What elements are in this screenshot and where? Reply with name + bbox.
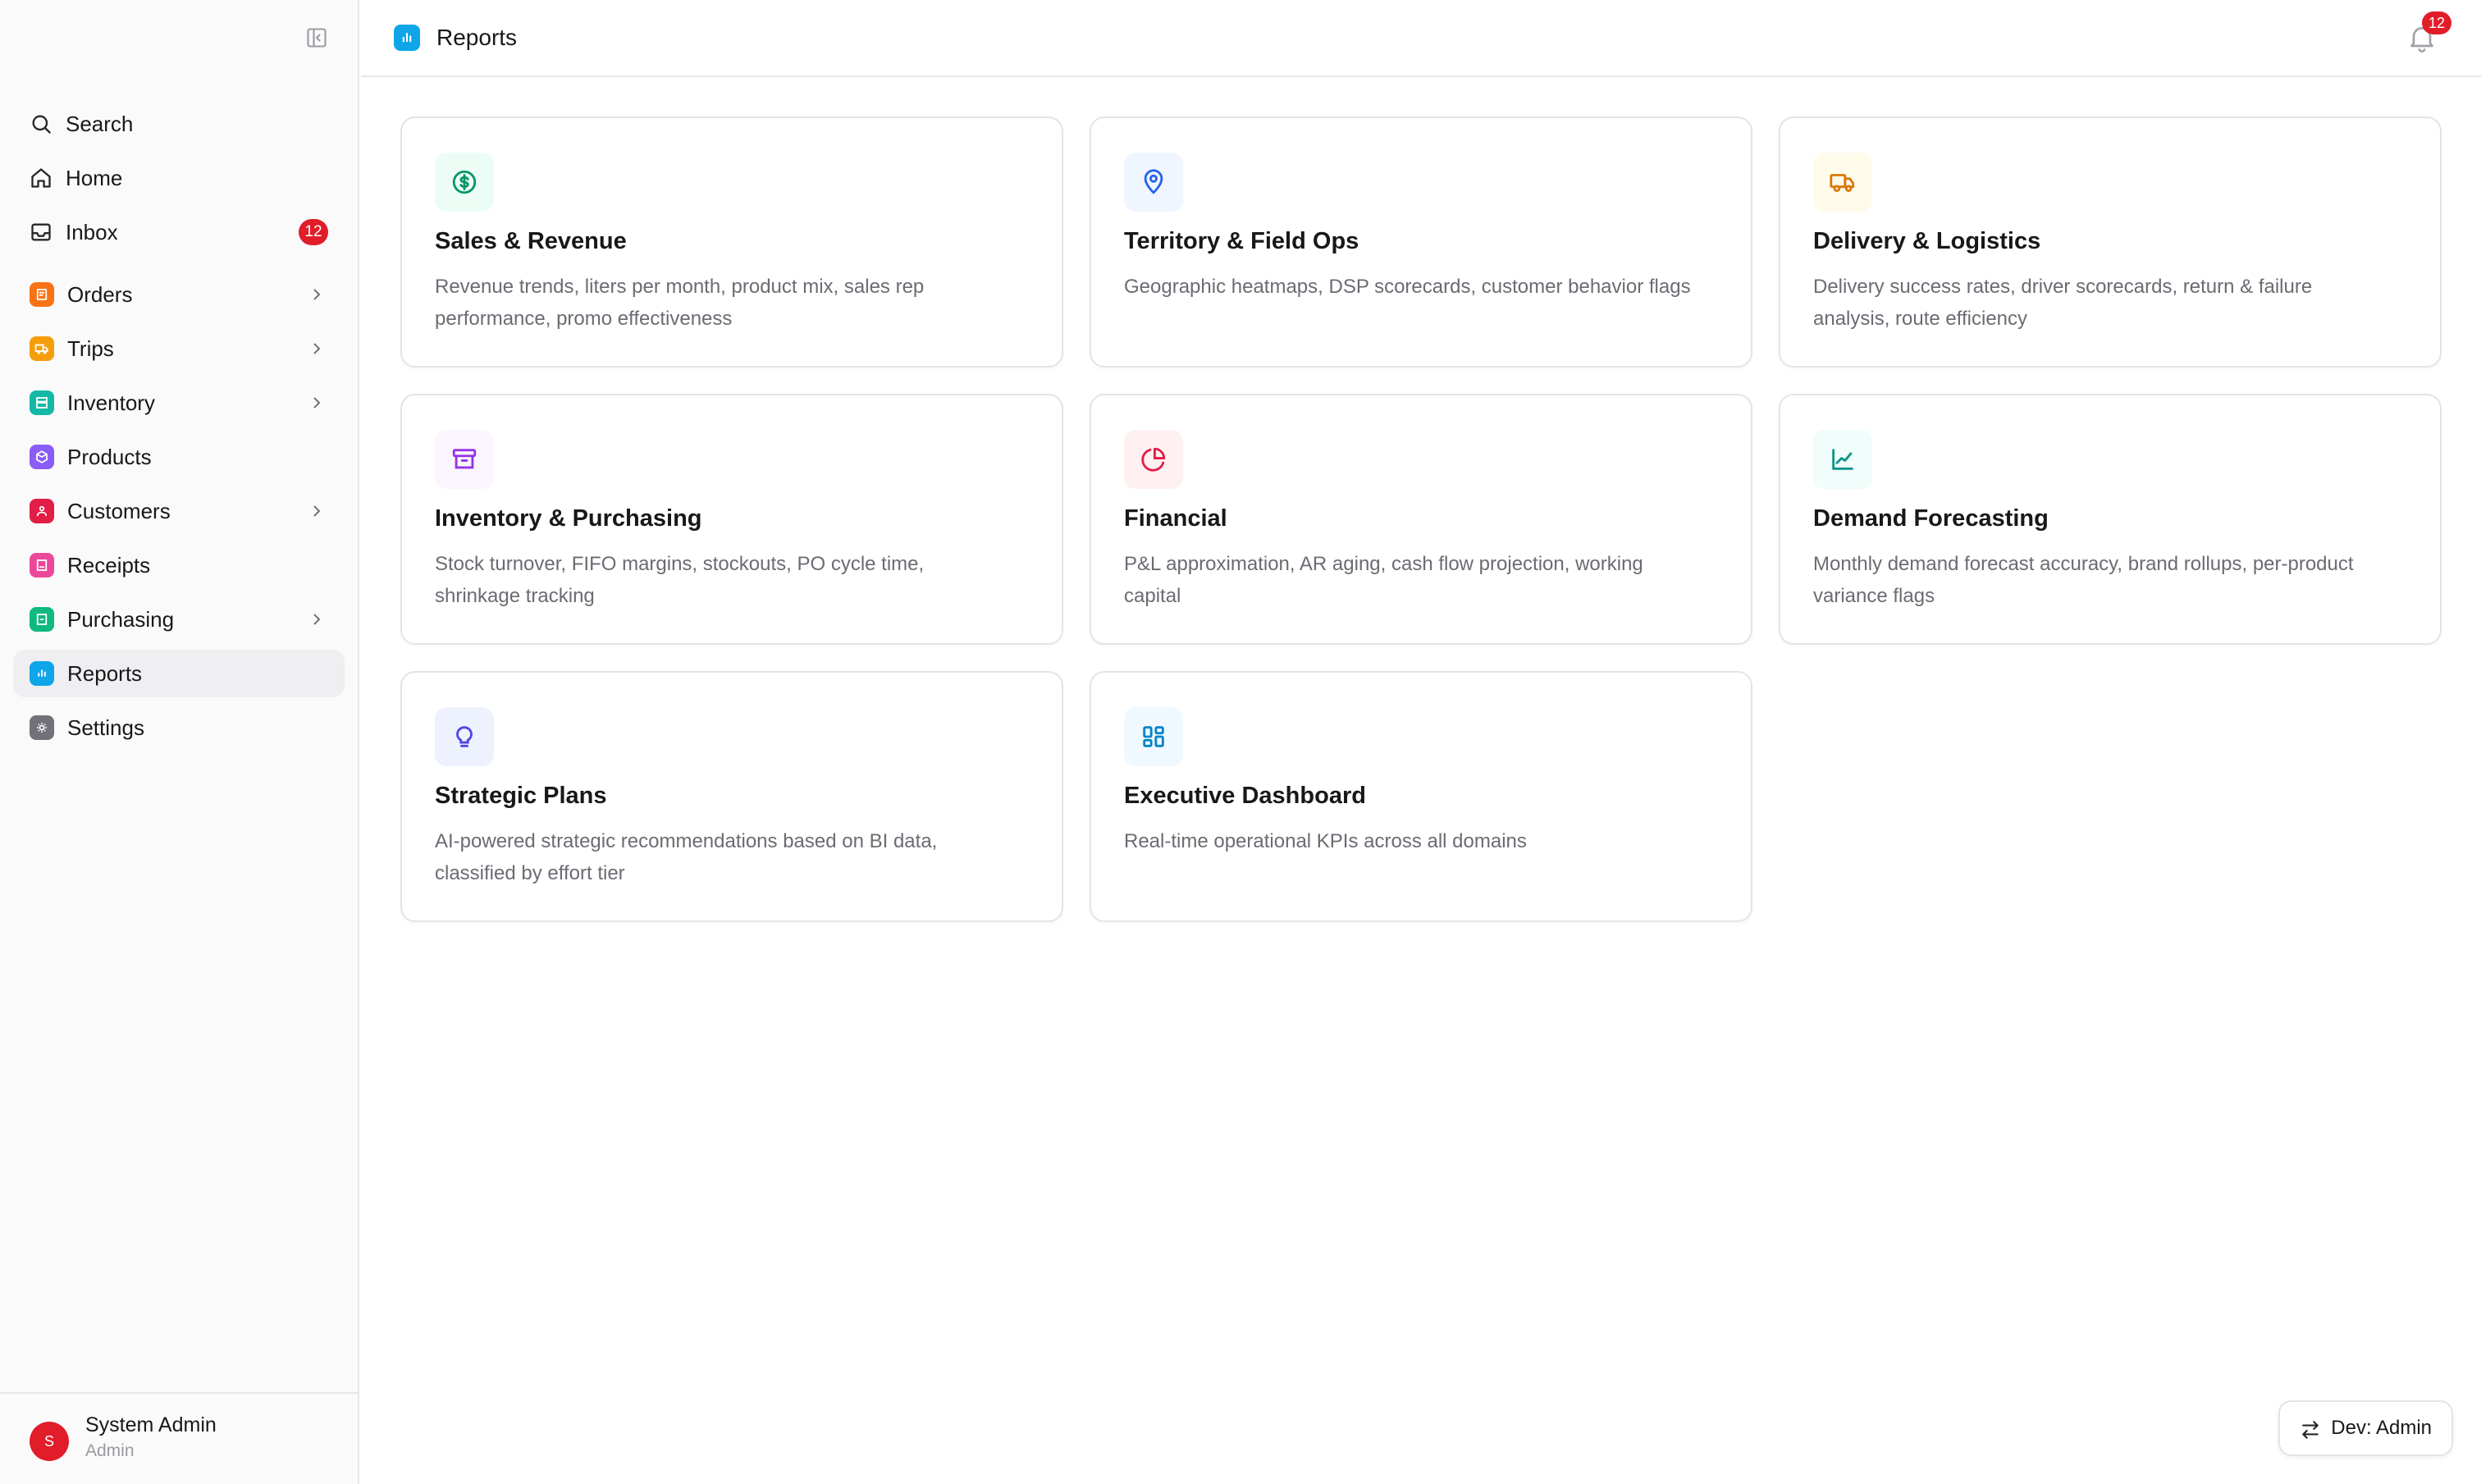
report-card-demand-forecasting[interactable]: Demand Forecasting Monthly demand foreca… <box>1779 394 2442 645</box>
receipt-icon <box>30 553 54 578</box>
sidebar-item-receipts[interactable]: Receipts <box>13 541 345 589</box>
sidebar-toggle-icon <box>307 28 327 48</box>
sidebar-item-settings[interactable]: Settings <box>13 704 345 751</box>
sidebar-item-label: Trips <box>67 336 114 361</box>
card-description: Delivery success rates, driver scorecard… <box>1813 276 2313 330</box>
report-card-territory-field-ops[interactable]: Territory & Field Ops Geographic heatmap… <box>1090 116 1752 368</box>
sidebar-collapse-button[interactable] <box>304 25 330 51</box>
search-icon <box>32 115 51 134</box>
card-description: Stock turnover, FIFO margins, stockouts,… <box>435 553 925 607</box>
card-title: Financial <box>1124 505 1227 532</box>
report-card-executive-dashboard[interactable]: Executive Dashboard Real-time operationa… <box>1090 671 1752 922</box>
app-root: Search Home Inbox 12 Orders Trips Invent… <box>0 0 2481 1484</box>
inbox-count-badge: 12 <box>299 219 328 245</box>
user-role: Admin <box>85 1441 135 1460</box>
sidebar-item-label: Receipts <box>67 552 151 578</box>
sidebar-item-search[interactable]: Search <box>13 100 345 148</box>
sidebar-item-trips[interactable]: Trips <box>13 325 345 372</box>
card-description: Revenue trends, liters per month, produc… <box>435 276 925 330</box>
card-title: Executive Dashboard <box>1124 783 1366 809</box>
dollar-circle-icon <box>435 153 494 212</box>
notification-badge: 12 <box>2422 11 2451 34</box>
orders-icon <box>30 282 54 307</box>
gear-icon <box>30 715 54 740</box>
dev-role-label: Dev: Admin <box>2331 1417 2432 1439</box>
sidebar-item-label: Reports <box>67 660 143 686</box>
card-title: Sales & Revenue <box>435 228 627 254</box>
avatar: S <box>30 1422 69 1461</box>
sidebar-item-label: Inbox <box>66 219 118 244</box>
report-card-inventory-purchasing[interactable]: Inventory & Purchasing Stock turnover, F… <box>400 394 1063 645</box>
bar-chart-icon <box>394 25 420 51</box>
dashboard-grid-icon <box>1124 707 1183 766</box>
sidebar-item-label: Inventory <box>67 390 155 415</box>
card-description: P&L approximation, AR aging, cash flow p… <box>1124 553 1643 607</box>
card-title: Strategic Plans <box>435 783 607 809</box>
report-card-delivery-logistics[interactable]: Delivery & Logistics Delivery success ra… <box>1779 116 2442 368</box>
sidebar-item-inventory[interactable]: Inventory <box>13 379 345 427</box>
sidebar-item-label: Purchasing <box>67 606 175 632</box>
inbox-icon <box>31 223 51 241</box>
chevron-right-icon <box>313 614 321 625</box>
dev-role-switch-button[interactable]: Dev: Admin <box>2278 1400 2453 1456</box>
map-pin-icon <box>1124 153 1183 212</box>
card-description: AI-powered strategic recommendations bas… <box>435 830 938 884</box>
sidebar-item-orders[interactable]: Orders <box>13 271 345 318</box>
pie-chart-icon <box>1124 430 1183 489</box>
card-description: Monthly demand forecast accuracy, brand … <box>1813 553 2354 607</box>
chevron-right-icon <box>313 505 321 517</box>
lightbulb-icon <box>435 707 494 766</box>
chevron-right-icon <box>313 289 321 300</box>
user-profile[interactable]: S System Admin Admin <box>0 1392 358 1484</box>
card-description: Geographic heatmaps, DSP scorecards, cus… <box>1124 276 1691 298</box>
truck-icon <box>30 336 54 361</box>
purchasing-icon <box>30 607 54 632</box>
page-title: Reports <box>436 25 518 50</box>
sidebar-nav: Search Home Inbox 12 Orders Trips Invent… <box>13 100 345 758</box>
inventory-icon <box>30 390 54 415</box>
bar-chart-icon <box>30 661 54 686</box>
trend-chart-icon <box>1813 430 1872 489</box>
sidebar: Search Home Inbox 12 Orders Trips Invent… <box>0 0 359 1484</box>
sidebar-item-label: Customers <box>67 498 171 523</box>
sidebar-item-label: Orders <box>67 281 133 307</box>
chevron-right-icon <box>313 397 321 409</box>
swap-arrows-icon <box>2302 1421 2319 1439</box>
sidebar-item-products[interactable]: Products <box>13 433 345 481</box>
report-card-financial[interactable]: Financial P&L approximation, AR aging, c… <box>1090 394 1752 645</box>
sidebar-item-reports[interactable]: Reports <box>13 650 345 697</box>
sidebar-item-label: Products <box>67 444 152 469</box>
chevron-right-icon <box>313 343 321 354</box>
users-icon <box>30 499 54 523</box>
truck-icon <box>1813 153 1872 212</box>
sidebar-item-inbox[interactable]: Inbox 12 <box>13 208 345 256</box>
box-icon <box>30 445 54 469</box>
page-header: Reports 12 <box>361 0 2481 77</box>
sidebar-item-label: Home <box>66 165 123 190</box>
archive-icon <box>435 430 494 489</box>
report-card-sales-revenue[interactable]: Sales & Revenue Revenue trends, liters p… <box>400 116 1063 368</box>
card-title: Demand Forecasting <box>1813 505 2049 532</box>
card-title: Territory & Field Ops <box>1124 228 1359 254</box>
user-name: System Admin <box>85 1413 217 1436</box>
card-title: Delivery & Logistics <box>1813 228 2041 254</box>
sidebar-item-label: Settings <box>67 715 144 740</box>
home-icon <box>31 168 51 188</box>
card-description: Real-time operational KPIs across all do… <box>1124 830 1527 852</box>
sidebar-item-home[interactable]: Home <box>13 154 345 202</box>
card-title: Inventory & Purchasing <box>435 505 702 532</box>
sidebar-item-label: Search <box>66 111 134 136</box>
sidebar-item-customers[interactable]: Customers <box>13 487 345 535</box>
report-card-strategic-plans[interactable]: Strategic Plans AI-powered strategic rec… <box>400 671 1063 922</box>
sidebar-item-purchasing[interactable]: Purchasing <box>13 596 345 643</box>
